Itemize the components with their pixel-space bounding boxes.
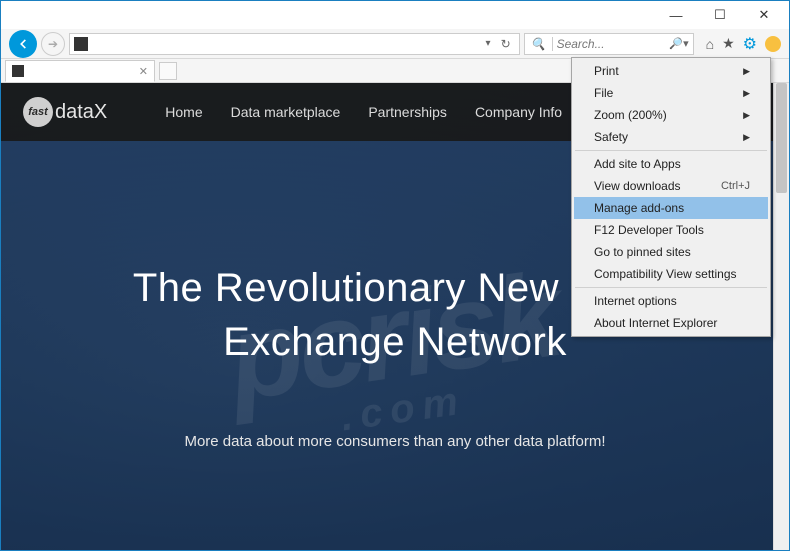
menu-internet-options[interactable]: Internet options (574, 290, 768, 312)
site-icon (74, 37, 88, 51)
search-placeholder: Search... (557, 37, 605, 51)
search-dropdown-icon[interactable]: 🔎▾ (669, 37, 688, 50)
nav-home[interactable]: Home (165, 104, 202, 120)
logo-circle: fast (23, 97, 53, 127)
home-icon[interactable]: ⌂ (706, 36, 714, 52)
chevron-right-icon: ▶ (743, 66, 750, 77)
nav-marketplace[interactable]: Data marketplace (231, 104, 341, 120)
search-icon: 🔍 (529, 37, 553, 51)
chevron-right-icon: ▶ (743, 110, 750, 121)
back-button[interactable] (9, 30, 37, 58)
hero-tagline: More data about more consumers than any … (1, 433, 789, 450)
url-dropdown-icon[interactable]: ▾ (482, 38, 495, 49)
menu-compat-view[interactable]: Compatibility View settings (574, 263, 768, 285)
tools-menu: Print▶ File▶ Zoom (200%)▶ Safety▶ Add si… (571, 57, 771, 337)
nav-partnerships[interactable]: Partnerships (368, 104, 447, 120)
menu-zoom[interactable]: Zoom (200%)▶ (574, 104, 768, 126)
toolbar-right: ⌂ ★ ⚙ (706, 34, 781, 54)
address-bar[interactable]: ▾ ↻ (69, 33, 520, 55)
close-button[interactable]: ✕ (743, 2, 785, 28)
menu-view-downloads[interactable]: View downloadsCtrl+J (574, 175, 768, 197)
url-input[interactable] (90, 37, 480, 51)
refresh-icon[interactable]: ↻ (497, 37, 515, 51)
shortcut-label: Ctrl+J (721, 180, 750, 192)
nav-company[interactable]: Company Info (475, 104, 562, 120)
vertical-scrollbar[interactable] (773, 83, 789, 550)
menu-separator (575, 150, 767, 151)
feedback-icon[interactable] (765, 36, 781, 52)
chevron-right-icon: ▶ (743, 88, 750, 99)
window-titlebar: — ☐ ✕ (1, 1, 789, 29)
scroll-thumb[interactable] (776, 83, 787, 193)
tab-favicon (12, 65, 24, 77)
tab-close-icon[interactable]: ✕ (139, 65, 148, 78)
menu-manage-addons[interactable]: Manage add-ons (574, 197, 768, 219)
chevron-right-icon: ▶ (743, 132, 750, 143)
browser-toolbar: ➔ ▾ ↻ 🔍 Search... 🔎▾ ⌂ ★ ⚙ (1, 29, 789, 59)
gear-icon[interactable]: ⚙ (743, 34, 757, 54)
maximize-button[interactable]: ☐ (699, 2, 741, 28)
search-box[interactable]: 🔍 Search... 🔎▾ (524, 33, 694, 55)
nav-links: Home Data marketplace Partnerships Compa… (165, 104, 605, 120)
menu-about[interactable]: About Internet Explorer (574, 312, 768, 334)
menu-print[interactable]: Print▶ (574, 60, 768, 82)
menu-pinned-sites[interactable]: Go to pinned sites (574, 241, 768, 263)
logo-text: dataX (55, 101, 107, 124)
menu-separator (575, 287, 767, 288)
minimize-button[interactable]: — (655, 2, 697, 28)
forward-button[interactable]: ➔ (41, 32, 65, 56)
favorites-icon[interactable]: ★ (722, 35, 735, 52)
site-logo[interactable]: fast dataX (23, 97, 107, 127)
menu-file[interactable]: File▶ (574, 82, 768, 104)
browser-tab[interactable]: ✕ (5, 60, 155, 82)
menu-safety[interactable]: Safety▶ (574, 126, 768, 148)
new-tab-button[interactable] (159, 62, 177, 80)
menu-f12[interactable]: F12 Developer Tools (574, 219, 768, 241)
menu-add-site[interactable]: Add site to Apps (574, 153, 768, 175)
